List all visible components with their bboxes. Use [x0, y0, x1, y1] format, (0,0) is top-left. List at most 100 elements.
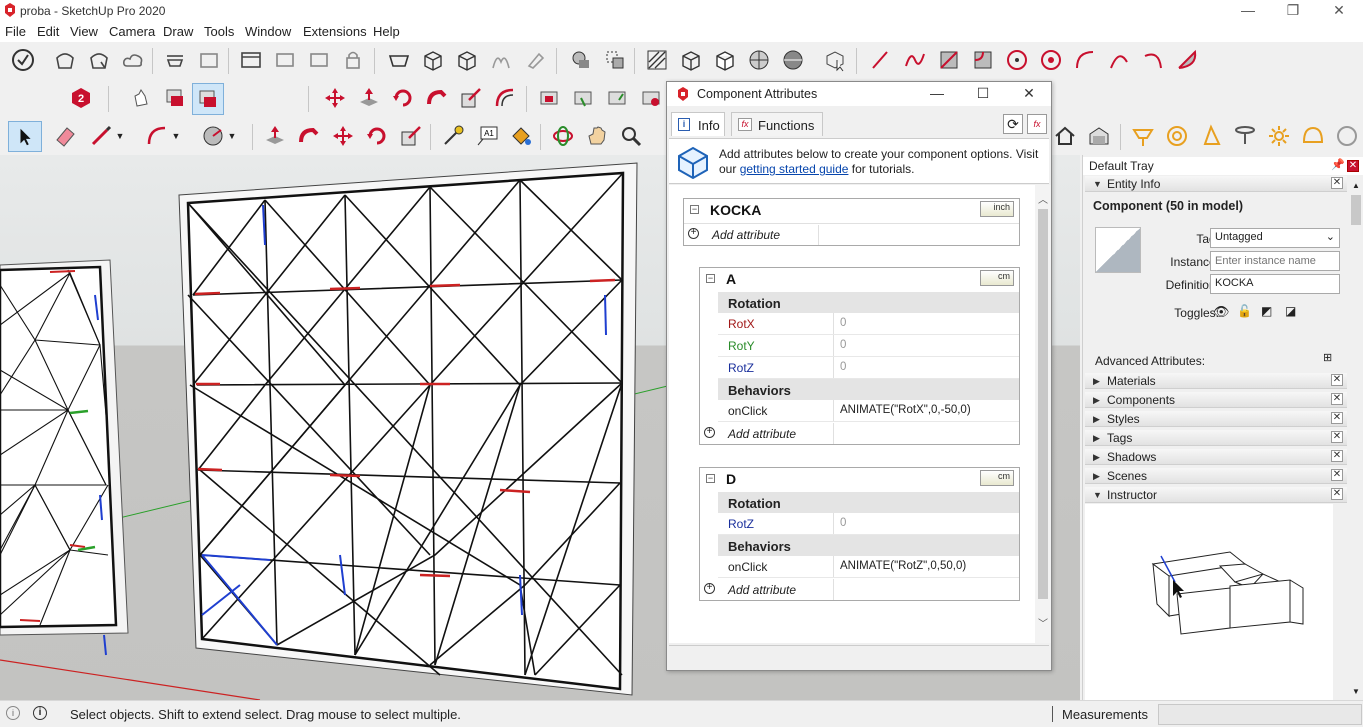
generate-report-icon[interactable]	[534, 84, 564, 112]
expand-advanced-icon[interactable]: ⊞	[1323, 351, 1332, 364]
warehouse-house-icon[interactable]	[1084, 122, 1114, 150]
menu-camera[interactable]: Camera	[109, 24, 155, 39]
attribute-row-roty[interactable]: RotY 0	[718, 335, 1019, 357]
dialog-maximize-button[interactable]: ☐	[961, 82, 1005, 106]
arc-2-icon[interactable]	[1104, 46, 1134, 74]
add-attribute-row[interactable]: + Add attribute	[684, 225, 1019, 245]
tab-functions[interactable]: fx Functions	[731, 112, 823, 136]
style-builder-icon[interactable]	[304, 46, 334, 74]
attribute-value[interactable]: ANIMATE("RotZ",0,50,0)	[833, 556, 966, 577]
collapse-toggle[interactable]: −	[706, 274, 715, 283]
bezier-icon[interactable]	[900, 46, 930, 74]
shaded-textures-icon[interactable]	[778, 46, 808, 74]
section-close-icon[interactable]: ✕	[1331, 374, 1343, 386]
arc-dropdown-icon[interactable]: ▼	[168, 122, 184, 150]
offset-red-icon[interactable]	[490, 84, 520, 112]
component-box-icon[interactable]	[418, 46, 448, 74]
arc-3-icon[interactable]	[1138, 46, 1168, 74]
pin-icon[interactable]: 📌	[1331, 158, 1345, 171]
entity-info-close-icon[interactable]: ✕	[1331, 177, 1343, 189]
send-to-layout-icon[interactable]	[270, 46, 300, 74]
add-attribute-row[interactable]: + Add attribute	[700, 579, 1019, 600]
component-gear-icon[interactable]	[636, 84, 666, 112]
orbit-icon[interactable]	[548, 122, 578, 150]
solid-tools-icon[interactable]	[600, 46, 630, 74]
torus-icon[interactable]	[1332, 122, 1362, 150]
unit-badge[interactable]: cm	[980, 470, 1014, 486]
attribute-value[interactable]: 0	[833, 313, 846, 334]
attribute-row-rotz[interactable]: RotZ 0	[718, 513, 1019, 535]
section-close-icon[interactable]: ✕	[1331, 469, 1343, 481]
section-close-icon[interactable]: ✕	[1331, 393, 1343, 405]
scroll-thumb[interactable]	[1038, 209, 1048, 599]
info-icon[interactable]: i	[33, 706, 47, 720]
shadow-receive-icon[interactable]: ◩	[1261, 304, 1272, 318]
section-close-icon[interactable]: ✕	[1331, 412, 1343, 424]
tray-section-styles[interactable]: ▶ Styles ✕	[1085, 411, 1347, 427]
unit-badge[interactable]: cm	[980, 270, 1014, 286]
eye-icon[interactable]: 👁	[1213, 304, 1230, 320]
eraser-soft-icon[interactable]	[520, 46, 550, 74]
cone-icon[interactable]	[1196, 122, 1226, 150]
collapse-toggle[interactable]: −	[706, 474, 715, 483]
shape-dropdown-icon[interactable]: ▼	[224, 122, 240, 150]
tape-measure-icon[interactable]	[438, 122, 468, 150]
maximize-button[interactable]: ❐	[1270, 0, 1316, 22]
dome-icon[interactable]	[1298, 122, 1328, 150]
outer-shell-icon[interactable]	[566, 46, 596, 74]
getting-started-link[interactable]: getting started guide	[740, 162, 849, 176]
dynamic-components-icon[interactable]: 2	[66, 84, 96, 112]
arc-icon[interactable]	[1070, 46, 1100, 74]
home-icon[interactable]	[1050, 122, 1080, 150]
extension-warehouse-icon[interactable]	[160, 46, 190, 74]
attribute-row-rotz[interactable]: RotZ 0	[718, 357, 1019, 379]
menu-help[interactable]: Help	[373, 24, 400, 39]
attribute-value[interactable]: 0	[833, 335, 846, 356]
add-attribute-row[interactable]: + Add attribute	[700, 423, 1019, 444]
section-close-icon[interactable]: ✕	[1331, 431, 1343, 443]
tray-scrollbar[interactable]: ▲ ▼	[1349, 177, 1363, 697]
section-close-icon[interactable]: ✕	[1331, 450, 1343, 462]
interact-hand-icon[interactable]	[126, 84, 156, 112]
wireframe-icon[interactable]	[676, 46, 706, 74]
pushpull-red-icon[interactable]	[354, 84, 384, 112]
rotate-red-icon[interactable]	[388, 84, 418, 112]
menu-view[interactable]: View	[70, 24, 98, 39]
make-component-icon[interactable]	[452, 46, 482, 74]
select-tool-active[interactable]	[8, 121, 42, 152]
extension-manager-icon[interactable]	[194, 46, 224, 74]
tray-section-instructor[interactable]: ▼ Instructor ✕	[1085, 487, 1347, 503]
attribute-row-rotx[interactable]: RotX 0	[718, 313, 1019, 335]
attribute-row-onclick[interactable]: onClick ANIMATE("RotZ",0,50,0)	[718, 556, 1019, 578]
freehand-icon[interactable]	[866, 46, 896, 74]
attribute-value[interactable]: ANIMATE("RotX",0,-50,0)	[833, 400, 971, 421]
section-plane-icon[interactable]	[384, 46, 414, 74]
menu-tools[interactable]: Tools	[204, 24, 234, 39]
interact-icon[interactable]	[820, 46, 850, 74]
eraser-icon[interactable]	[50, 122, 80, 150]
collapse-toggle[interactable]: −	[690, 205, 699, 214]
warehouse-icon[interactable]	[50, 46, 80, 74]
close-button[interactable]: ✕	[1316, 0, 1362, 22]
pie-icon[interactable]	[1172, 46, 1202, 74]
circle-3pt-icon[interactable]	[1036, 46, 1066, 74]
tray-section-tags[interactable]: ▶ Tags ✕	[1085, 430, 1347, 446]
section-cut-icon[interactable]	[1128, 122, 1158, 150]
attribute-row-onclick[interactable]: onClick ANIMATE("RotX",0,-50,0)	[718, 400, 1019, 422]
hidden-line-icon[interactable]	[710, 46, 740, 74]
menu-extensions[interactable]: Extensions	[303, 24, 367, 39]
entity-info-header[interactable]: ▼ Entity Info ✕	[1085, 176, 1347, 192]
section-close-icon[interactable]: ✕	[1331, 488, 1343, 500]
tray-section-shadows[interactable]: ▶ Shadows ✕	[1085, 449, 1347, 465]
minimize-button[interactable]: —	[1225, 0, 1271, 22]
reset-component-icon[interactable]	[602, 84, 632, 112]
rotate-icon[interactable]	[362, 122, 392, 150]
tray-section-materials[interactable]: ▶ Materials ✕	[1085, 373, 1347, 389]
shadow-cast-icon[interactable]: ◪	[1285, 304, 1296, 318]
model-info-icon[interactable]	[8, 46, 38, 74]
definition-input[interactable]: KOCKA	[1210, 274, 1340, 294]
cloud-icon[interactable]	[118, 46, 148, 74]
shaded-icon[interactable]	[744, 46, 774, 74]
sun-icon[interactable]	[1264, 122, 1294, 150]
scroll-down-icon[interactable]: ﹀	[1038, 615, 1048, 630]
